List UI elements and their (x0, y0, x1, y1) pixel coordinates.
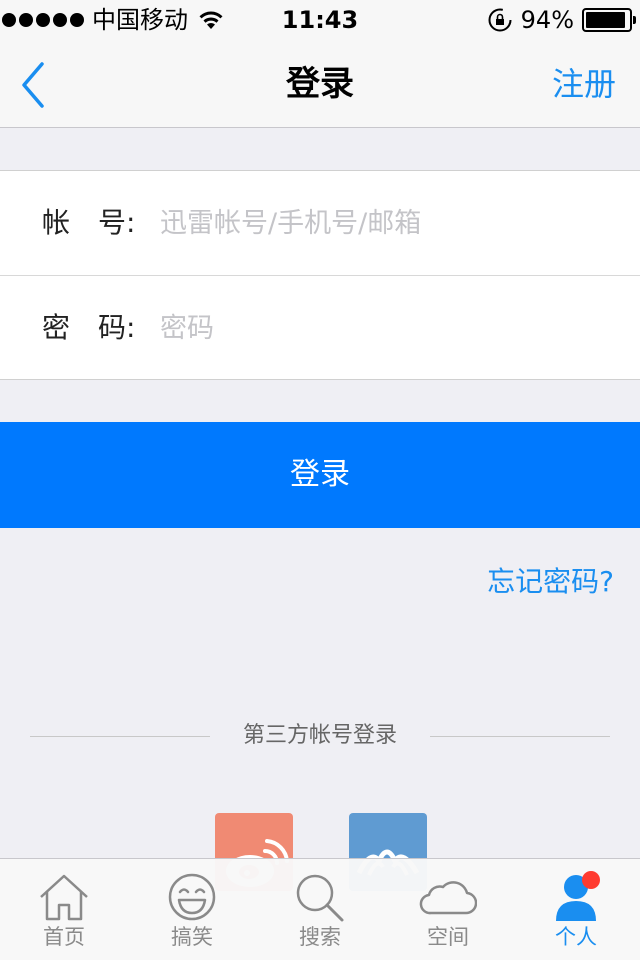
tab-bar: 首页 搞笑 搜索 空间 个人 (0, 858, 640, 960)
divider-line (430, 736, 610, 737)
register-button[interactable]: 注册 (552, 62, 616, 106)
tab-search[interactable]: 搜索 (256, 859, 384, 960)
battery-icon (582, 8, 636, 32)
notification-badge (582, 871, 600, 889)
tab-label: 首页 (43, 925, 85, 949)
account-row: 帐 号: (0, 171, 640, 275)
status-bar: 中国移动 11:43 94% (0, 0, 640, 40)
password-input[interactable] (160, 304, 600, 352)
account-label: 帐 号: (42, 206, 136, 239)
login-form: 帐 号: 密 码: (0, 170, 640, 380)
password-label: 密 码: (42, 311, 136, 344)
forgot-password-link[interactable]: 忘记密码? (487, 564, 614, 600)
account-input[interactable] (160, 199, 600, 247)
smiley-icon (168, 873, 216, 921)
page-title: 登录 (286, 64, 354, 104)
navigation-bar: 登录 注册 (0, 40, 640, 128)
search-icon (296, 874, 344, 922)
tab-label: 空间 (427, 925, 469, 949)
cloud-icon (419, 881, 477, 915)
rotation-lock-icon (488, 8, 512, 32)
tab-funny[interactable]: 搞笑 (128, 859, 256, 960)
tab-home[interactable]: 首页 (0, 859, 128, 960)
password-row: 密 码: (0, 275, 640, 379)
tab-space[interactable]: 空间 (384, 859, 512, 960)
tab-personal[interactable]: 个人 (512, 859, 640, 960)
third-party-divider: 第三方帐号登录 (30, 720, 610, 752)
tab-label: 搜索 (299, 925, 341, 949)
home-icon (40, 874, 88, 921)
tab-label: 个人 (555, 925, 597, 949)
login-button[interactable]: 登录 (0, 422, 640, 528)
tab-label: 搞笑 (171, 925, 213, 949)
battery-percent: 94% (520, 6, 574, 34)
